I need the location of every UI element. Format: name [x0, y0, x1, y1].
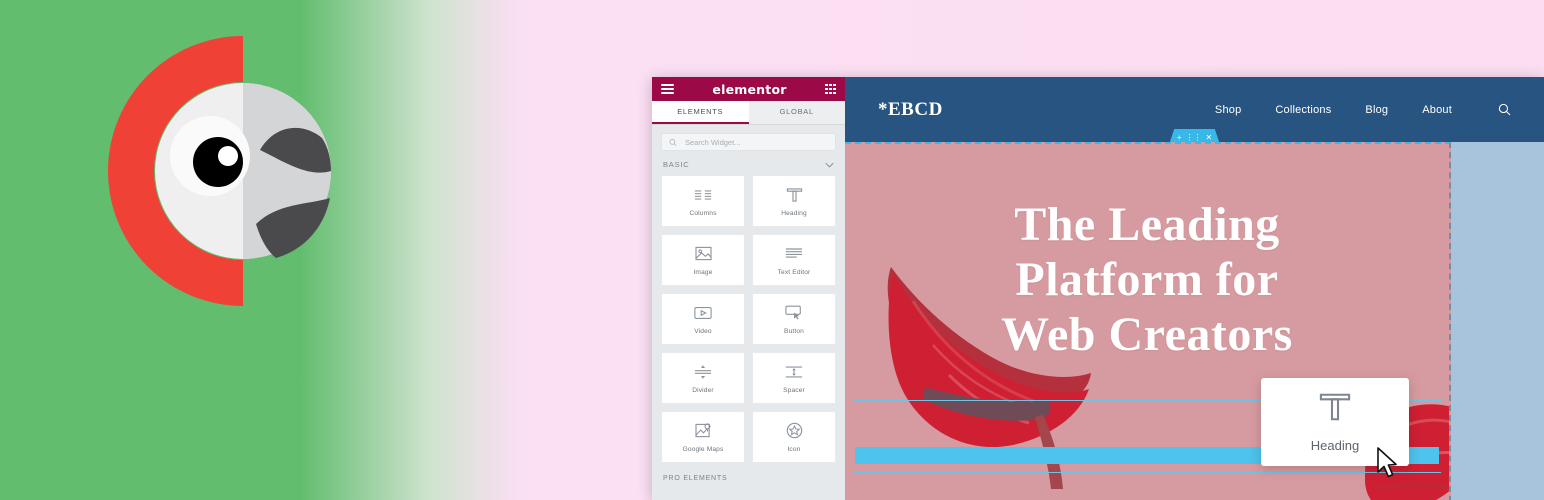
section-basic-label: BASIC [663, 160, 690, 169]
widget-label: Spacer [783, 386, 805, 394]
search-widget-box[interactable] [661, 133, 836, 151]
widget-label: Google Maps [682, 445, 724, 453]
widgets-panel: elementor ELEMENTS GLOBAL Search Widget.… [652, 77, 845, 500]
search-container [652, 125, 845, 151]
dots-grid-icon[interactable]: ⋮⋮ [1185, 133, 1201, 142]
panel-tabs: ELEMENTS GLOBAL [652, 101, 845, 125]
text-lines-icon [785, 245, 803, 263]
chevron-down-icon [825, 162, 834, 168]
star-circle-icon [785, 422, 803, 440]
widget-label: Text Editor [777, 268, 811, 276]
widget-spacer[interactable]: Spacer [752, 352, 836, 404]
plus-icon[interactable]: + [1177, 133, 1182, 142]
close-x-icon[interactable]: ✕ [1205, 133, 1212, 142]
nav-item-shop[interactable]: Shop [1215, 104, 1242, 116]
widget-video[interactable]: Video [661, 293, 745, 345]
hero-title-line-2: Platform for [1015, 253, 1279, 307]
widget-label: Video [694, 327, 712, 335]
map-pin-icon [694, 422, 712, 440]
video-play-icon [694, 304, 712, 322]
elementor-editor-window: elementor ELEMENTS GLOBAL Search Widget.… [652, 77, 1544, 500]
screenshot-stage: elementor ELEMENTS GLOBAL Search Widget.… [0, 0, 1544, 500]
tab-global[interactable]: GLOBAL [748, 101, 845, 124]
hero-title-line-1: The Leading [1014, 198, 1280, 251]
widget-text-editor[interactable]: Text Editor [752, 234, 836, 286]
page-preview-canvas: *EBCD Shop Collections Blog About + ⋮⋮ ✕… [845, 77, 1544, 500]
columns-icon [694, 186, 712, 204]
widget-divider[interactable]: Divider [661, 352, 745, 404]
heading-t-icon [1318, 391, 1352, 428]
widget-image[interactable]: Image [661, 234, 745, 286]
heading-t-icon [785, 186, 803, 204]
arrow-cursor [1376, 447, 1400, 484]
widget-label: Icon [787, 445, 801, 453]
site-logo[interactable]: *EBCD [878, 99, 943, 121]
divider-icon [694, 363, 712, 381]
hero-title[interactable]: The Leading Platform for Web Creators [845, 197, 1449, 363]
widget-label: Button [784, 327, 804, 335]
widget-label: Columns [689, 209, 717, 217]
spacer-icon [785, 363, 803, 381]
search-icon[interactable] [1498, 103, 1511, 116]
widget-icon[interactable]: Icon [752, 411, 836, 463]
search-icon [669, 138, 677, 146]
elementor-wordmark: elementor [712, 81, 787, 97]
column-guide-line-bottom [853, 472, 1441, 473]
widget-button[interactable]: Button [752, 293, 836, 345]
nav-item-collections[interactable]: Collections [1275, 104, 1331, 116]
widget-label: Divider [692, 386, 714, 394]
tab-elements[interactable]: ELEMENTS [652, 101, 749, 124]
parrot-mascot-logo [108, 28, 368, 313]
pro-elements-label: PRO ELEMENTS [663, 475, 728, 482]
widget-google-maps[interactable]: Google Maps [661, 411, 745, 463]
hamburger-icon[interactable] [661, 84, 674, 94]
hero-title-line-3: Web Creators [1001, 308, 1293, 362]
panel-header: elementor [652, 77, 845, 101]
button-cursor-icon [785, 304, 803, 322]
nav-item-blog[interactable]: Blog [1365, 104, 1388, 116]
widget-label: Heading [781, 209, 807, 217]
widgets-grid: Columns Heading Image Text Editor Video … [652, 175, 845, 463]
dragged-widget-label: Heading [1310, 438, 1360, 453]
site-nav: Shop Collections Blog About [1215, 104, 1452, 116]
section-basic-header[interactable]: BASIC [652, 151, 845, 175]
image-icon [694, 245, 712, 263]
apps-grid-icon[interactable] [825, 83, 836, 95]
widget-label: Image [693, 268, 713, 276]
nav-item-about[interactable]: About [1422, 104, 1452, 116]
search-input[interactable] [682, 136, 828, 148]
widget-heading[interactable]: Heading [752, 175, 836, 227]
site-header: *EBCD Shop Collections Blog About + ⋮⋮ ✕ [845, 77, 1544, 146]
widget-columns[interactable]: Columns [661, 175, 745, 227]
